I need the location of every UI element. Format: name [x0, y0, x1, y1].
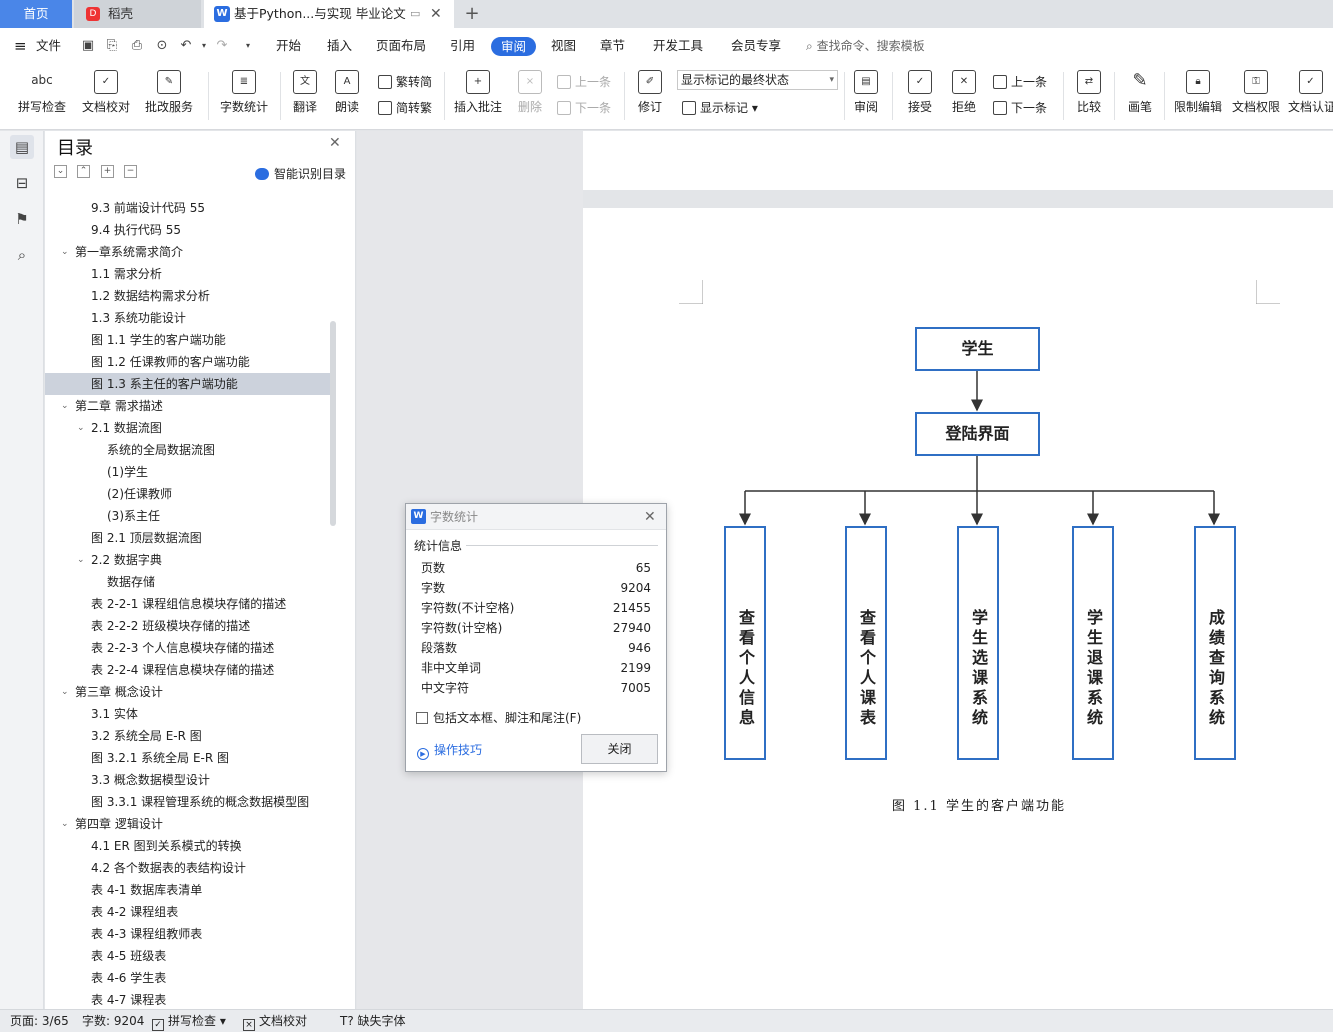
stat-label: 字数: [421, 581, 446, 595]
missing-font-label: 缺失字体: [357, 1014, 406, 1028]
status-doc-check-label: 文档校对: [259, 1014, 308, 1028]
status-spell-check[interactable]: ✓ 拼写检查 ▾: [152, 1010, 226, 1032]
stat-label: 中文字符: [421, 681, 470, 695]
stat-value: 2199: [620, 661, 651, 675]
stat-value: 9204: [620, 581, 651, 595]
doc-check-icon: ×: [243, 1019, 255, 1031]
stat-value: 946: [628, 641, 651, 655]
close-button[interactable]: 关闭: [581, 734, 658, 764]
diagram-node-course-selection: 学生选课系统: [957, 526, 999, 760]
stat-row: 字符数(不计空格) 21455: [421, 598, 651, 618]
tips-label: 操作技巧: [434, 743, 483, 757]
include-textbox-checkbox[interactable]: 包括文本框、脚注和尾注(F): [416, 709, 581, 726]
status-spell-label: 拼写检查: [168, 1014, 217, 1028]
page-indicator[interactable]: 页面: 3/65: [10, 1010, 69, 1032]
diagram-node-personal-info: 查看个人信息: [724, 526, 766, 760]
diagram-node-login: 登陆界面: [915, 412, 1040, 456]
stat-label: 非中文单词: [421, 661, 482, 675]
diagram-node-grade-query: 成绩查询系统: [1194, 526, 1236, 760]
stat-label: 页数: [421, 561, 446, 575]
figure-caption: 图 1.1 学生的客户端功能: [892, 799, 1066, 814]
stat-value: 27940: [612, 621, 651, 635]
missing-font-icon: T?: [340, 1014, 354, 1028]
wps-writer-icon: W: [411, 509, 426, 524]
wordcount-dialog: W 字数统计 ✕ 统计信息 页数 65 字数 9204 字符数(不计空格) 21455 字符…: [405, 503, 667, 772]
dialog-title: 字数统计: [430, 510, 479, 524]
stat-value: 65: [635, 561, 651, 575]
stat-label: 段落数: [421, 641, 458, 655]
stat-row: 页数 65: [421, 558, 651, 578]
play-circle-icon: ▶: [417, 748, 429, 760]
status-bar: 页面: 3/65 字数: 9204 ✓ 拼写检查 ▾ × 文档校对 T? 缺失字体: [0, 1009, 1333, 1032]
diagram-node-student: 学生: [915, 327, 1040, 371]
stat-label: 字符数(计空格): [421, 621, 503, 635]
stat-value: 21455: [612, 601, 651, 615]
diagram-node-course-withdrawal: 学生退课系统: [1072, 526, 1114, 760]
dialog-section-title: 统计信息: [414, 539, 463, 553]
stat-row: 段落数 946: [421, 638, 651, 658]
diagram-node-personal-schedule: 查看个人课表: [845, 526, 887, 760]
checkbox-box[interactable]: [416, 712, 428, 724]
stat-row: 非中文单词 2199: [421, 658, 651, 678]
stat-row: 字符数(计空格) 27940: [421, 618, 651, 638]
dialog-titlebar[interactable]: W 字数统计 ✕: [406, 504, 666, 530]
include-textbox-label: 包括文本框、脚注和尾注(F): [433, 711, 582, 725]
status-doc-check[interactable]: × 文档校对: [243, 1010, 307, 1032]
section-divider: [466, 545, 658, 546]
check-icon: ✓: [152, 1019, 164, 1031]
close-icon[interactable]: ✕: [644, 504, 656, 530]
word-count-indicator[interactable]: 字数: 9204: [82, 1010, 144, 1032]
status-missing-font[interactable]: T? 缺失字体: [340, 1010, 406, 1032]
stat-row: 字数 9204: [421, 578, 651, 598]
stat-row: 中文字符 7005: [421, 678, 651, 698]
stat-value: 7005: [620, 681, 651, 695]
stat-label: 字符数(不计空格): [421, 601, 515, 615]
tips-link[interactable]: ▶ 操作技巧: [417, 741, 482, 760]
